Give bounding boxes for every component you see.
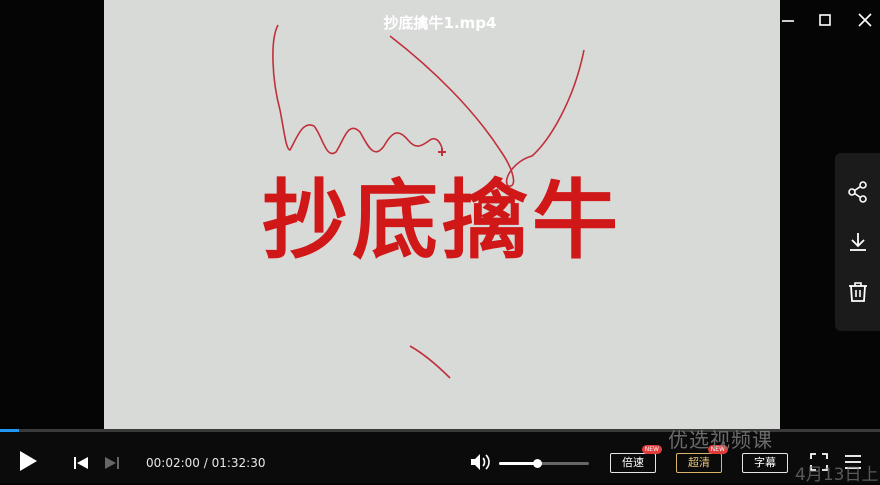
- share-icon: [848, 181, 867, 203]
- previous-icon: [74, 457, 88, 469]
- delete-button[interactable]: [846, 280, 870, 304]
- volume-button[interactable]: [470, 452, 492, 476]
- watermark-date: 4月13日上: [795, 465, 879, 485]
- current-time: 00:02:00: [146, 456, 200, 470]
- close-button[interactable]: [851, 8, 879, 34]
- speed-new-badge: NEW: [641, 445, 662, 454]
- play-button[interactable]: [18, 450, 38, 476]
- total-time: 01:32:30: [211, 456, 266, 470]
- window-title: 抄底擒牛1.mp4: [383, 14, 497, 32]
- share-button[interactable]: [846, 180, 870, 204]
- speed-label: 倍速: [622, 456, 644, 469]
- subtitle-label: 字幕: [754, 456, 776, 469]
- quality-label: 超清: [688, 456, 710, 469]
- trash-icon: [849, 282, 867, 302]
- minimize-icon: [782, 20, 794, 22]
- volume-knob[interactable]: [532, 459, 542, 468]
- previous-button[interactable]: [73, 455, 89, 474]
- time-display: 00:02:00 / 01:32:30: [146, 456, 265, 470]
- play-icon: [20, 451, 37, 471]
- maximize-button[interactable]: [811, 8, 839, 34]
- download-button[interactable]: [846, 230, 870, 254]
- volume-icon: [471, 454, 490, 470]
- volume-slider[interactable]: [499, 459, 589, 468]
- minimize-button[interactable]: [774, 8, 802, 34]
- next-icon: [105, 457, 119, 469]
- subtitle-button[interactable]: 字幕: [742, 453, 788, 473]
- time-separator: /: [199, 456, 212, 470]
- speed-button[interactable]: 倍速 NEW: [610, 445, 662, 473]
- video-caption: 抄底擒牛: [262, 171, 622, 271]
- quality-button[interactable]: 超清 NEW: [676, 445, 728, 473]
- next-button[interactable]: [104, 455, 120, 474]
- video-frame[interactable]: 抄底擒牛: [104, 0, 780, 430]
- watermark-brand: 优选视频课: [668, 428, 773, 452]
- close-icon: [858, 13, 872, 27]
- title-bar: 抄底擒牛1.mp4: [0, 0, 880, 44]
- maximize-icon: [819, 14, 831, 26]
- side-panel: [835, 153, 880, 331]
- download-icon: [850, 233, 866, 251]
- volume-fill: [499, 462, 537, 465]
